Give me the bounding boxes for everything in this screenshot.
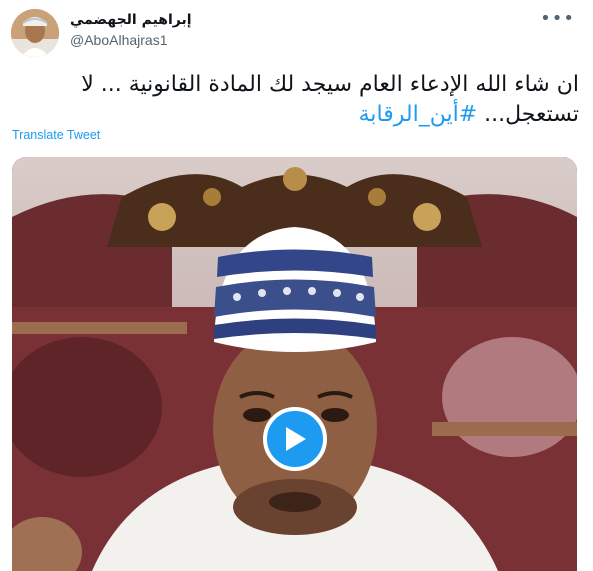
tweet-body: ان شاء الله الإدعاء العام سيجد لك المادة… <box>81 72 579 127</box>
play-button[interactable] <box>263 407 327 471</box>
more-options-icon[interactable]: ••• <box>540 8 575 29</box>
author-display-name[interactable]: إبراهيم الجهضمي <box>70 12 192 28</box>
avatar-image <box>11 9 59 57</box>
video-thumbnail <box>12 157 577 571</box>
author-avatar[interactable] <box>11 9 59 57</box>
hashtag-link[interactable]: #أين_الرقابة <box>359 102 478 127</box>
author-handle[interactable]: @AboAlhajras1 <box>70 32 168 48</box>
translate-tweet-link[interactable]: Translate Tweet <box>12 128 100 142</box>
play-icon <box>286 427 306 451</box>
tweet-text: ان شاء الله الإدعاء العام سيجد لك المادة… <box>12 70 579 130</box>
tweet-video[interactable] <box>12 157 577 571</box>
